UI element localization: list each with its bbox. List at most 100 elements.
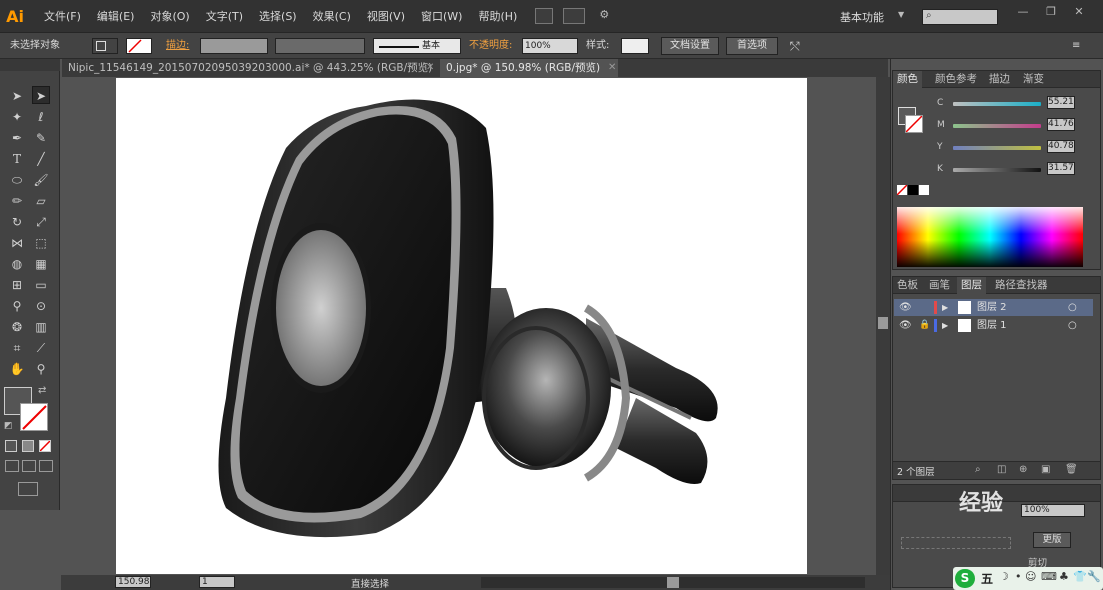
channel-k-slider[interactable]: [953, 168, 1041, 172]
sogou-logo-icon[interactable]: S: [955, 569, 975, 588]
tab-gradient[interactable]: 渐变: [1019, 71, 1048, 88]
toolbox-icon[interactable]: 👕: [1073, 570, 1087, 583]
menu-window[interactable]: 窗口(W): [413, 0, 470, 33]
opacity-input[interactable]: 100%: [522, 38, 578, 54]
close-tab-icon[interactable]: ✕: [426, 59, 434, 77]
variable-width-dropdown[interactable]: [275, 38, 365, 54]
input-mode-label[interactable]: 五: [981, 570, 993, 587]
artboard-tool-icon[interactable]: ⌗: [8, 339, 26, 357]
expand-arrow-icon[interactable]: ▶: [942, 317, 948, 334]
opacity-input[interactable]: 100%: [1021, 504, 1085, 517]
locate-object-icon[interactable]: ⌕: [975, 464, 981, 475]
rotate-tool-icon[interactable]: ↻: [8, 213, 26, 231]
preferences-button[interactable]: 首选项: [726, 37, 778, 55]
menu-edit[interactable]: 编辑(E): [89, 0, 143, 33]
channel-c-slider[interactable]: [953, 102, 1041, 106]
tab-document-2[interactable]: 0.jpg* @ 150.98% (RGB/预览): [440, 59, 618, 77]
menu-effect[interactable]: 效果(C): [305, 0, 359, 33]
stroke-label[interactable]: 描边:: [166, 38, 189, 54]
pencil-tool-icon[interactable]: ✏: [8, 192, 26, 210]
new-sublayer-icon[interactable]: ⊕: [1019, 464, 1027, 475]
target-circle-icon[interactable]: ○: [1068, 317, 1077, 334]
minimize-button[interactable]: —: [1012, 5, 1034, 21]
line-tool-icon[interactable]: ╱: [32, 150, 50, 168]
zoom-tool-icon[interactable]: ⚲: [32, 360, 50, 378]
stroke-weight-input[interactable]: [200, 38, 268, 54]
scale-tool-icon[interactable]: ⤢: [32, 213, 50, 231]
layer-row[interactable]: 👁 🔒 ▶ 图层 1 ○: [894, 317, 1093, 334]
tab-pathfinder[interactable]: 路径查找器: [991, 277, 1052, 294]
brush-definition-dropdown[interactable]: 基本: [373, 38, 461, 54]
default-colors-icon[interactable]: ◩: [4, 421, 13, 431]
menu-object[interactable]: 对象(O): [142, 0, 197, 33]
settings-wrench-icon[interactable]: 🔧: [1087, 570, 1101, 583]
lasso-tool-icon[interactable]: ℓ: [32, 108, 50, 126]
width-tool-icon[interactable]: ⋈: [8, 234, 26, 252]
slice-tool-icon[interactable]: ⟋: [32, 339, 50, 357]
graph-tool-icon[interactable]: ▥: [32, 318, 50, 336]
white-swatch[interactable]: [919, 185, 929, 195]
target-circle-icon[interactable]: ○: [1068, 299, 1077, 316]
punctuation-icon[interactable]: •: [1015, 570, 1022, 583]
menu-view[interactable]: 视图(V): [359, 0, 413, 33]
eyedropper-tool-icon[interactable]: ⚲: [8, 297, 26, 315]
search-input[interactable]: ⌕: [922, 9, 998, 25]
visibility-eye-icon[interactable]: 👁: [899, 299, 912, 316]
clipping-mask-icon[interactable]: ◫: [997, 464, 1006, 475]
layer-row[interactable]: 👁 ▶ 图层 2 ○: [894, 299, 1093, 316]
stroke-swatch[interactable]: [126, 38, 152, 54]
current-tool-label[interactable]: 直接选择: [351, 576, 389, 590]
menu-type[interactable]: 文字(T): [198, 0, 251, 33]
gradient-mode-icon[interactable]: [22, 440, 34, 452]
color-mode-icon[interactable]: [5, 440, 17, 452]
expand-arrow-icon[interactable]: ▶: [942, 299, 948, 316]
artboard[interactable]: [116, 78, 807, 574]
half-width-icon[interactable]: ☽: [999, 570, 1009, 583]
draw-normal-icon[interactable]: [5, 460, 19, 472]
tab-brushes[interactable]: 画笔: [925, 277, 954, 294]
new-layer-icon[interactable]: ▣: [1041, 464, 1050, 475]
skin-icon[interactable]: ♣: [1059, 570, 1069, 583]
channel-m-slider[interactable]: [953, 124, 1041, 128]
draw-behind-icon[interactable]: [22, 460, 36, 472]
tab-stroke[interactable]: 描边: [985, 71, 1014, 88]
layer-name[interactable]: 图层 1: [977, 317, 1007, 334]
channel-m-input[interactable]: 41.76: [1047, 118, 1075, 131]
draw-inside-icon[interactable]: [39, 460, 53, 472]
channel-y-input[interactable]: 40.78: [1047, 140, 1075, 153]
graphic-style-swatch[interactable]: [621, 38, 649, 54]
perspective-grid-tool-icon[interactable]: ▦: [32, 255, 50, 273]
arrange-documents-icon[interactable]: [563, 8, 586, 24]
channel-k-input[interactable]: 31.57: [1047, 162, 1075, 175]
free-transform-tool-icon[interactable]: ⬚: [32, 234, 50, 252]
tab-swatches[interactable]: 色板: [893, 277, 922, 294]
vertical-scrollbar[interactable]: [876, 77, 890, 575]
document-setup-button[interactable]: 文档设置: [661, 37, 719, 55]
align-icon[interactable]: ⤲: [790, 38, 800, 54]
channel-y-slider[interactable]: [953, 146, 1041, 150]
layer-name[interactable]: 图层 2: [977, 299, 1007, 316]
scrollbar-thumb[interactable]: [878, 317, 888, 329]
symbol-sprayer-tool-icon[interactable]: ❂: [8, 318, 26, 336]
scrollbar-thumb[interactable]: [667, 577, 679, 588]
stroke-color-icon[interactable]: [905, 115, 923, 133]
curvature-tool-icon[interactable]: ✎: [32, 129, 50, 147]
make-mask-button[interactable]: 更版: [1033, 532, 1071, 548]
sync-icon[interactable]: ⚙: [595, 8, 613, 24]
hand-tool-icon[interactable]: ✋: [8, 360, 26, 378]
zoom-input[interactable]: 150.98: [115, 576, 151, 588]
emoji-icon[interactable]: ☺: [1025, 570, 1036, 583]
bridge-icon[interactable]: [535, 8, 554, 24]
tab-color-guide[interactable]: 颜色参考: [931, 71, 981, 88]
paintbrush-tool-icon[interactable]: 🖌: [32, 171, 50, 189]
workspace-switcher[interactable]: 基本功能: [840, 9, 884, 25]
opacity-label[interactable]: 不透明度:: [469, 38, 512, 54]
selection-tool-icon[interactable]: ➤: [8, 87, 26, 105]
restore-button[interactable]: ❐: [1040, 5, 1062, 21]
menu-select[interactable]: 选择(S): [251, 0, 305, 33]
mesh-tool-icon[interactable]: ⊞: [8, 276, 26, 294]
menu-file[interactable]: 文件(F): [36, 0, 89, 33]
shape-builder-tool-icon[interactable]: ◍: [8, 255, 26, 273]
ellipse-tool-icon[interactable]: ⬭: [8, 171, 26, 189]
tab-color[interactable]: 颜色: [893, 71, 922, 88]
